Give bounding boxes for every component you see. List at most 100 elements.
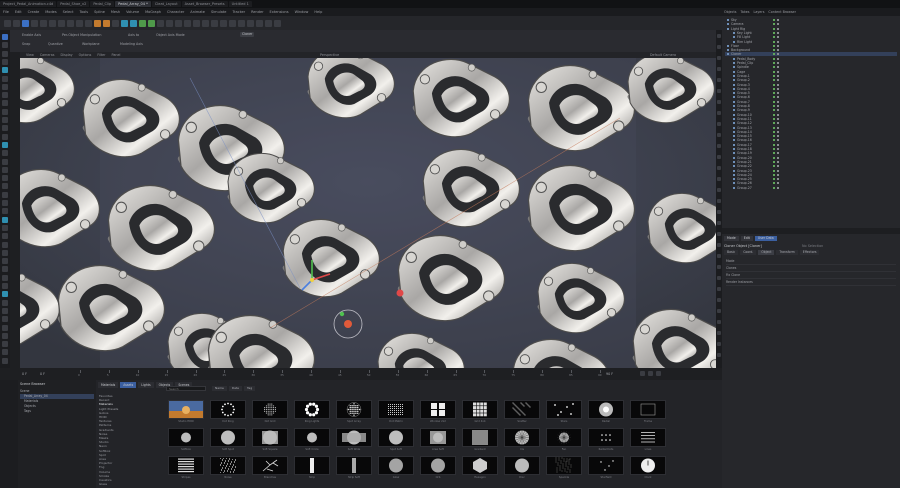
object-visibility-icon[interactable]: [773, 113, 775, 116]
asset-folder[interactable]: Glass: [99, 482, 107, 486]
asset-folder-tree[interactable]: Favorites Recent Materials Light Presets Gob…: [96, 394, 166, 488]
sun-icon[interactable]: [2, 249, 8, 256]
asset-thumbnail[interactable]: [630, 456, 666, 475]
object-render-icon[interactable]: [777, 70, 779, 73]
move-tool-icon[interactable]: [2, 42, 8, 49]
polygons-mode-icon[interactable]: [220, 19, 227, 27]
asset-thumbnail[interactable]: [210, 456, 246, 475]
asset-browser-tab[interactable]: Lights: [138, 382, 154, 388]
object-visibility-icon[interactable]: [773, 100, 775, 103]
timeline-current[interactable]: 0 F: [40, 372, 45, 376]
uv-icon[interactable]: [2, 183, 8, 190]
asset-filter[interactable]: Name: [212, 386, 227, 391]
asset-thumbnail[interactable]: [210, 400, 246, 419]
scene-browser-item[interactable]: Tags: [20, 409, 94, 414]
menu-item[interactable]: Spline: [91, 10, 108, 14]
object-render-icon[interactable]: [777, 57, 779, 60]
asset-thumbnail[interactable]: [168, 428, 204, 447]
flatten-icon[interactable]: [2, 233, 8, 240]
select-tool-icon[interactable]: [2, 34, 8, 40]
asset-thumbnail[interactable]: [462, 400, 498, 419]
side-tool-icon[interactable]: [717, 45, 721, 49]
render-picture-viewer-icon[interactable]: [103, 19, 110, 27]
timeline-end[interactable]: 90 F: [606, 372, 613, 376]
asset-thumbnail[interactable]: [294, 400, 330, 419]
viewport-menu-item[interactable]: Cameras: [40, 53, 55, 57]
timeline-start[interactable]: 0 F: [22, 372, 27, 376]
cloner-icon[interactable]: [148, 19, 155, 27]
object-visibility-icon[interactable]: [773, 139, 775, 142]
light-tool-icon[interactable]: [2, 266, 8, 273]
smooth-icon[interactable]: [2, 200, 8, 206]
menu-item[interactable]: Simulate: [208, 10, 229, 14]
object-visibility-icon[interactable]: [773, 74, 775, 77]
asset-browser-tab[interactable]: Materials: [98, 382, 119, 388]
object-render-icon[interactable]: [777, 100, 779, 103]
attribute-section-tab[interactable]: Object: [758, 250, 775, 255]
object-render-icon[interactable]: [777, 160, 779, 163]
asset-thumbnail[interactable]: [168, 456, 204, 475]
asset-thumbnail[interactable]: [588, 400, 624, 419]
menu-item[interactable]: Render: [248, 10, 266, 14]
asset-thumbnail[interactable]: [504, 456, 540, 475]
subdivision-surface-icon[interactable]: [139, 19, 146, 27]
object-visibility-icon[interactable]: [773, 70, 775, 73]
object-visibility-icon[interactable]: [773, 135, 775, 138]
object-render-icon[interactable]: [777, 40, 779, 43]
knife-icon[interactable]: [2, 75, 8, 82]
menu-item[interactable]: Extensions: [267, 10, 292, 14]
object-visibility-icon[interactable]: [773, 186, 775, 189]
object-render-icon[interactable]: [777, 62, 779, 64]
object-render-icon[interactable]: [777, 122, 779, 125]
document-tab[interactable]: Pedal_Shoe_v2: [57, 1, 90, 7]
side-tool-icon[interactable]: [717, 232, 721, 236]
grid-icon[interactable]: [2, 316, 8, 323]
torus-icon[interactable]: [2, 349, 8, 356]
timeline-ruler[interactable]: 0 5 10 15 20 25 30 35 40 45 50 55 60 65 70 75 80 85 90: [78, 370, 602, 378]
object-visibility-icon[interactable]: [773, 109, 775, 112]
axis-icon[interactable]: [2, 274, 8, 281]
asset-thumbnail[interactable]: [546, 400, 582, 419]
object-render-icon[interactable]: [777, 23, 779, 26]
attr-axis-mode[interactable]: Object Axis Mode: [156, 33, 185, 37]
y-axis-icon[interactable]: [67, 19, 74, 27]
asset-thumbnail[interactable]: [546, 456, 582, 475]
pan-icon[interactable]: [2, 291, 8, 298]
asset-thumbnail[interactable]: [252, 456, 288, 475]
document-tab[interactable]: Pedal_Clip: [90, 1, 115, 7]
side-tool-icon[interactable]: [717, 320, 721, 324]
edges-mode-icon[interactable]: [211, 19, 218, 27]
object-manager-list[interactable]: Sky Camera Light Rig Key Light Fill Light Rim…: [725, 18, 897, 193]
object-render-icon[interactable]: [777, 27, 779, 30]
menu-item[interactable]: Help: [311, 10, 325, 14]
move-icon[interactable]: [31, 19, 38, 27]
object-render-icon[interactable]: [777, 173, 779, 176]
object-render-icon[interactable]: [777, 152, 779, 155]
object-render-icon[interactable]: [777, 139, 779, 142]
attribute-section-tab[interactable]: Coord.: [740, 250, 757, 255]
object-row[interactable]: Group.27: [725, 186, 900, 190]
viewport-menu-item[interactable]: View: [26, 53, 34, 57]
object-visibility-icon[interactable]: [773, 130, 775, 133]
lock-icon[interactable]: [265, 19, 272, 27]
asset-thumbnail[interactable]: [294, 428, 330, 447]
object-render-icon[interactable]: [777, 130, 779, 133]
asset-thumbnail[interactable]: [588, 428, 624, 447]
object-render-icon[interactable]: [777, 148, 779, 150]
asset-thumbnail[interactable]: [420, 428, 456, 447]
object-render-icon[interactable]: [777, 143, 779, 146]
coordinate-system-icon[interactable]: [85, 19, 92, 27]
side-tool-icon[interactable]: [717, 144, 721, 148]
object-render-icon[interactable]: [777, 113, 779, 116]
attr-axis-to[interactable]: Axis to: [128, 33, 139, 37]
attribute-row[interactable]: Mode: [726, 258, 896, 265]
camera-tool-icon[interactable]: [2, 258, 8, 265]
object-visibility-icon[interactable]: [773, 182, 775, 185]
side-tool-icon[interactable]: [717, 34, 721, 38]
deformer-icon[interactable]: [157, 19, 164, 27]
object-render-icon[interactable]: [777, 79, 779, 82]
object-render-icon[interactable]: [777, 165, 779, 168]
cube-icon[interactable]: [121, 19, 128, 27]
object-render-icon[interactable]: [777, 156, 779, 159]
undo-icon[interactable]: [4, 19, 11, 27]
